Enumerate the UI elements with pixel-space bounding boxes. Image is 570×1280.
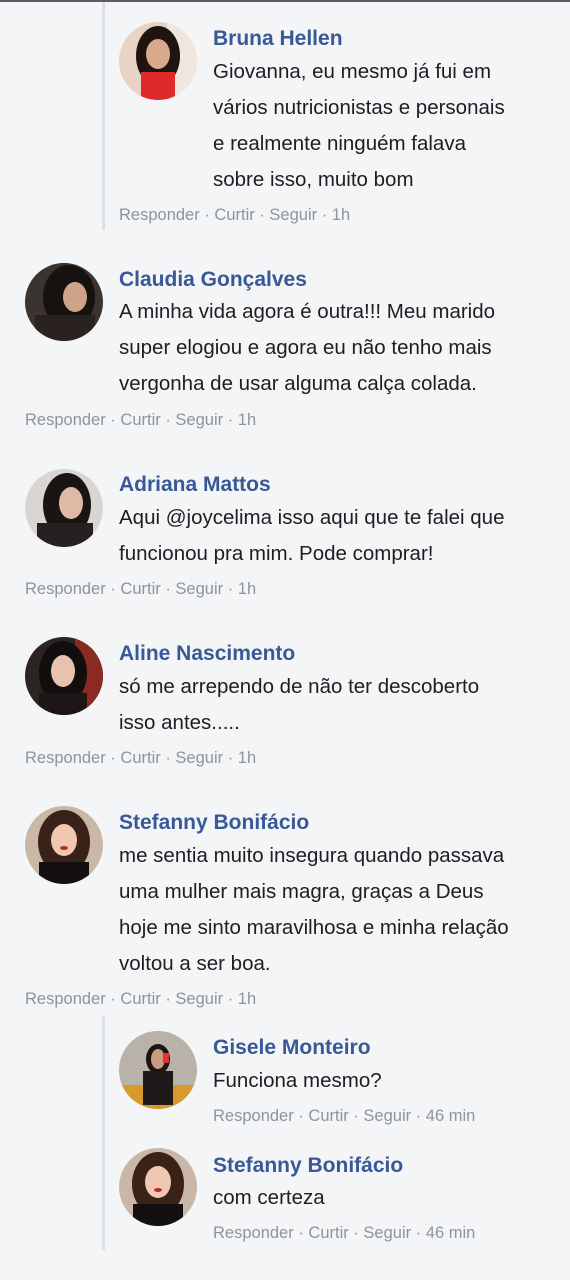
- comment-text-line: me sentia muito insegura quando passava: [119, 844, 505, 867]
- comment-text-line: só me arrependo de não ter descoberto: [119, 675, 480, 698]
- avatar[interactable]: [25, 806, 103, 884]
- separator: ·: [317, 206, 332, 224]
- top-divider: [0, 0, 570, 2]
- comment-text-line: vergonha de usar alguma calça colada.: [119, 372, 477, 395]
- follow-link[interactable]: Seguir: [175, 990, 223, 1008]
- comment-text-line: vários nutricionistas e personais: [213, 96, 505, 119]
- comment-text-line: super elogiou e agora eu não tenho mais: [119, 336, 492, 359]
- comment-timestamp[interactable]: 1h: [238, 411, 256, 429]
- reply-thread-line: [102, 1016, 105, 1250]
- comment-timestamp[interactable]: 1h: [238, 580, 256, 598]
- separator: ·: [105, 411, 121, 429]
- separator: ·: [160, 580, 176, 598]
- comment-actions: Responder · Curtir · Seguir · 1h: [25, 747, 256, 769]
- comment-text: só me arrependo de não ter descoberto is…: [119, 669, 479, 741]
- comment-author[interactable]: Gisele Monteiro: [213, 1034, 371, 1062]
- comment-text-line: A minha vida agora é outra!!! Meu marido: [119, 300, 496, 323]
- reply-link[interactable]: Responder: [25, 580, 106, 598]
- comment-actions: Responder · Curtir · Seguir · 46 min: [213, 1105, 475, 1127]
- avatar[interactable]: [25, 637, 103, 715]
- comment-author[interactable]: Claudia Gonçalves: [119, 266, 307, 294]
- separator: ·: [254, 206, 270, 224]
- separator: ·: [160, 990, 176, 1008]
- reply-link[interactable]: Responder: [25, 749, 106, 767]
- comment-text: Aqui @joycelima isso aqui que te falei q…: [119, 500, 504, 572]
- reply-link[interactable]: Responder: [213, 1224, 294, 1242]
- comment-timestamp[interactable]: 46 min: [426, 1224, 476, 1242]
- separator: ·: [105, 749, 121, 767]
- avatar[interactable]: [25, 469, 103, 547]
- comments-page: Bruna Hellen Giovanna, eu mesmo já fui e…: [0, 0, 570, 1280]
- avatar[interactable]: [119, 22, 197, 100]
- avatar[interactable]: [119, 1148, 197, 1226]
- comment-actions: Responder · Curtir · Seguir · 1h: [25, 409, 256, 431]
- reply-link[interactable]: Responder: [119, 206, 200, 224]
- comment-text-line: voltou a ser boa.: [119, 952, 271, 975]
- comment-text-line: uma mulher mais magra, graças a Deus: [119, 880, 484, 903]
- separator: ·: [105, 990, 121, 1008]
- reply-link[interactable]: Responder: [25, 411, 106, 429]
- separator: ·: [223, 749, 238, 767]
- separator: ·: [105, 580, 121, 598]
- separator: ·: [223, 580, 238, 598]
- separator: ·: [160, 411, 176, 429]
- follow-link[interactable]: Seguir: [175, 580, 223, 598]
- follow-link[interactable]: Seguir: [175, 749, 223, 767]
- comment-text: me sentia muito insegura quando passava …: [119, 838, 509, 982]
- reply-thread-line: [102, 2, 105, 230]
- comment-actions: Responder · Curtir · Seguir · 1h: [25, 988, 256, 1010]
- like-link[interactable]: Curtir: [120, 411, 160, 429]
- comment-timestamp[interactable]: 1h: [332, 206, 350, 224]
- like-link[interactable]: Curtir: [214, 206, 254, 224]
- separator: ·: [348, 1224, 364, 1242]
- comment-author[interactable]: Stefanny Bonifácio: [119, 809, 309, 837]
- reply-link[interactable]: Responder: [213, 1107, 294, 1125]
- comment-timestamp[interactable]: 46 min: [426, 1107, 476, 1125]
- like-link[interactable]: Curtir: [120, 749, 160, 767]
- comment-actions: Responder · Curtir · Seguir · 1h: [119, 204, 350, 226]
- comment-actions: Responder · Curtir · Seguir · 1h: [25, 578, 256, 600]
- comment-text: Funciona mesmo?: [213, 1063, 382, 1099]
- reply-link[interactable]: Responder: [25, 990, 106, 1008]
- separator: ·: [411, 1107, 426, 1125]
- separator: ·: [348, 1107, 364, 1125]
- comment-text-line: e realmente ninguém falava: [213, 132, 466, 155]
- separator: ·: [160, 749, 176, 767]
- like-link[interactable]: Curtir: [120, 580, 160, 598]
- separator: ·: [223, 990, 238, 1008]
- like-link[interactable]: Curtir: [308, 1224, 348, 1242]
- comment-timestamp[interactable]: 1h: [238, 749, 256, 767]
- comment-author[interactable]: Adriana Mattos: [119, 471, 271, 499]
- comment-text-line: Aqui @joycelima isso aqui que te falei q…: [119, 506, 505, 529]
- comment-text: A minha vida agora é outra!!! Meu marido…: [119, 294, 495, 402]
- comment-text: Giovanna, eu mesmo já fui em vários nutr…: [213, 54, 505, 198]
- separator: ·: [411, 1224, 426, 1242]
- like-link[interactable]: Curtir: [120, 990, 160, 1008]
- comment-text-line: com certeza: [213, 1186, 325, 1209]
- comment-actions: Responder · Curtir · Seguir · 46 min: [213, 1222, 475, 1244]
- comment-author[interactable]: Stefanny Bonifácio: [213, 1152, 403, 1180]
- comment-text-line: funcionou pra mim. Pode comprar!: [119, 542, 434, 565]
- follow-link[interactable]: Seguir: [363, 1224, 411, 1242]
- comment-text-line: sobre isso, muito bom: [213, 168, 414, 191]
- comment-text-line: hoje me sinto maravilhosa e minha relaçã…: [119, 916, 509, 939]
- avatar[interactable]: [119, 1031, 197, 1109]
- separator: ·: [293, 1224, 309, 1242]
- comment-timestamp[interactable]: 1h: [238, 990, 256, 1008]
- follow-link[interactable]: Seguir: [175, 411, 223, 429]
- separator: ·: [293, 1107, 309, 1125]
- avatar[interactable]: [25, 263, 103, 341]
- separator: ·: [199, 206, 215, 224]
- separator: ·: [223, 411, 238, 429]
- follow-link[interactable]: Seguir: [269, 206, 317, 224]
- comment-author[interactable]: Bruna Hellen: [213, 25, 343, 53]
- comment-text: com certeza: [213, 1180, 325, 1216]
- follow-link[interactable]: Seguir: [363, 1107, 411, 1125]
- comment-text-line: isso antes.....: [119, 711, 240, 734]
- comment-text-line: Funciona mesmo?: [213, 1069, 382, 1092]
- comment-author[interactable]: Aline Nascimento: [119, 640, 295, 668]
- comment-text-line: Giovanna, eu mesmo já fui em: [213, 60, 492, 83]
- like-link[interactable]: Curtir: [308, 1107, 348, 1125]
